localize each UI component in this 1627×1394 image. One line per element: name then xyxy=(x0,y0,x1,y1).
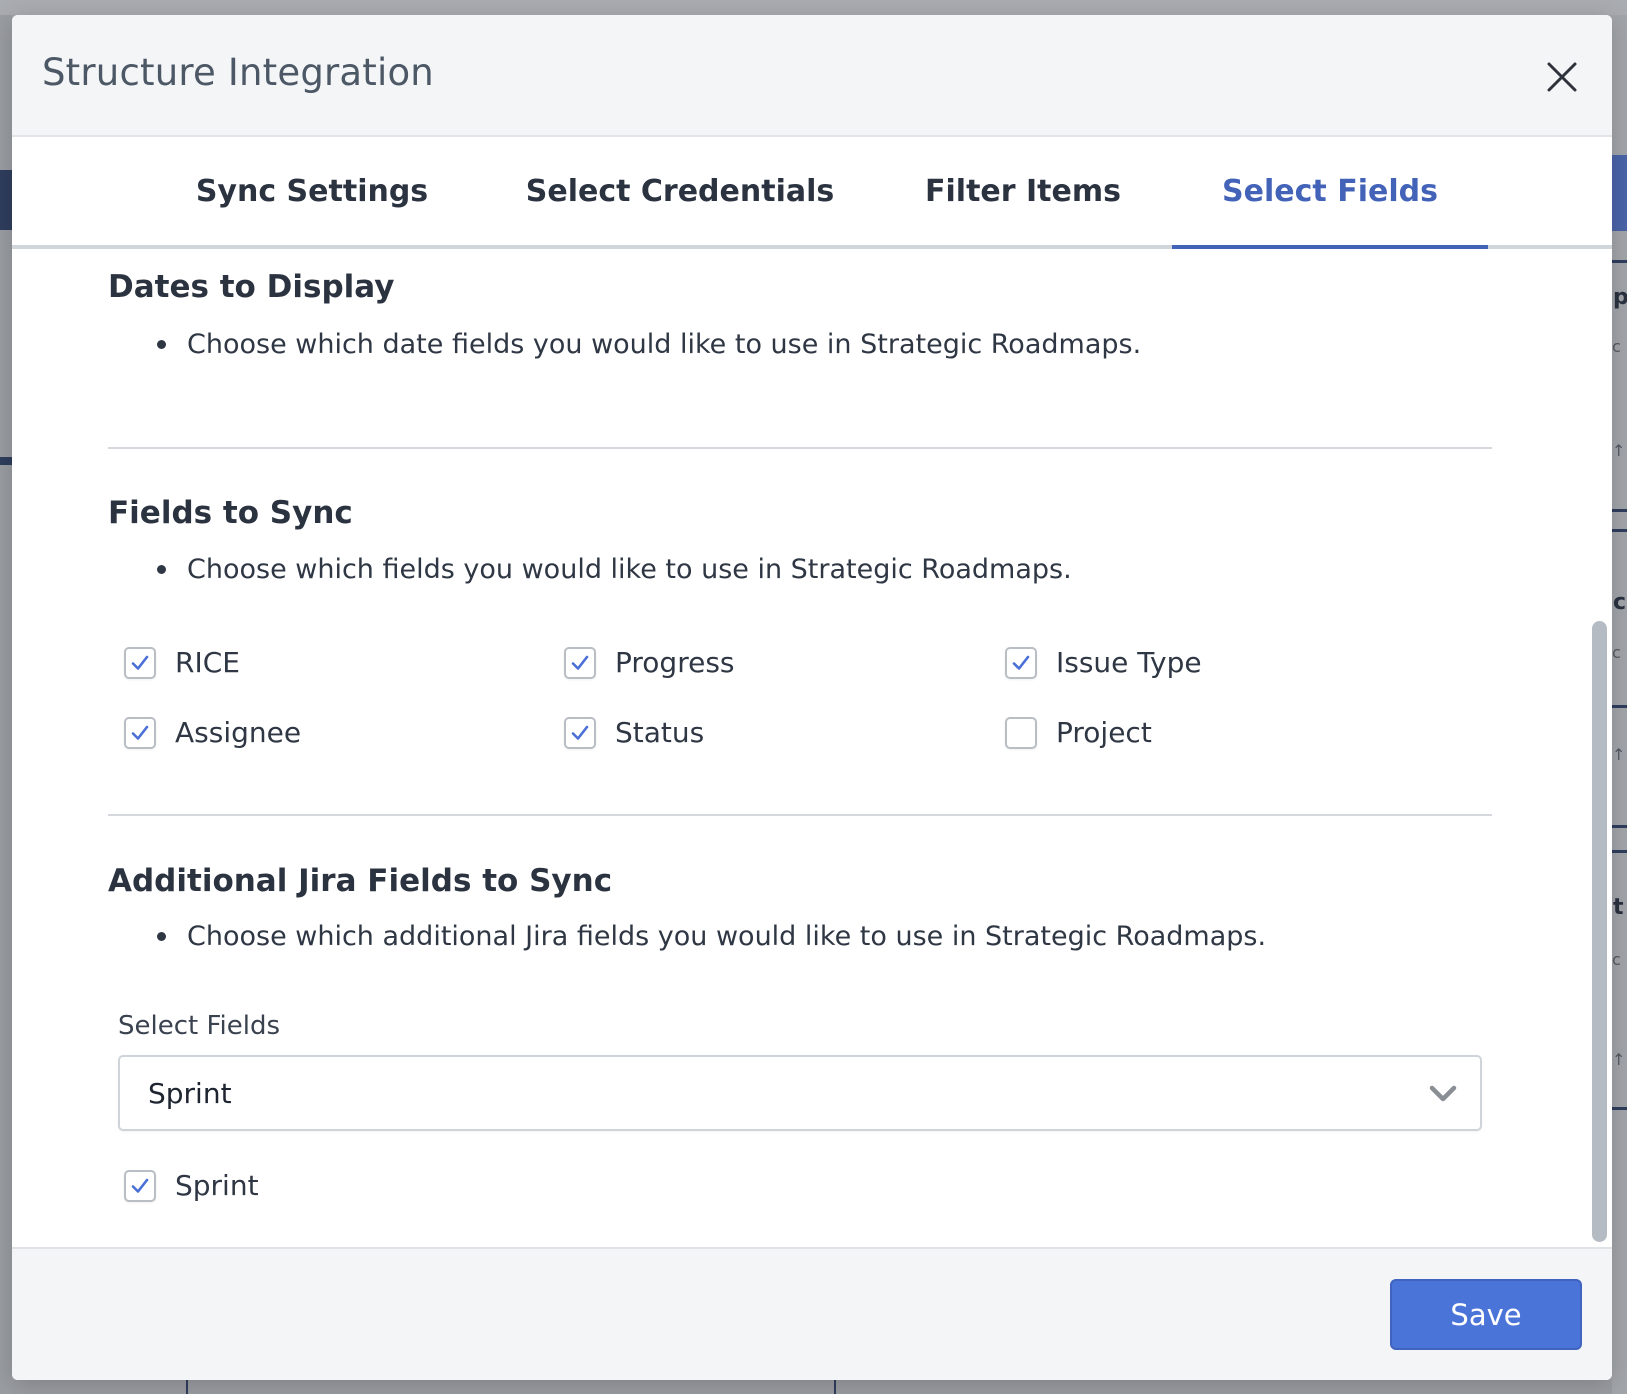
fields-section-description: Choose which fields you would like to us… xyxy=(157,554,1072,585)
dates-section-description: Choose which date fields you would like … xyxy=(157,329,1141,360)
checkbox-box[interactable] xyxy=(1005,646,1037,679)
select-fields-label: Select Fields xyxy=(118,1011,281,1041)
checkbox-box[interactable] xyxy=(564,646,596,679)
tab-bar: Sync Settings Select Credentials Filter … xyxy=(12,137,1612,249)
checkbox-rice[interactable]: RICE xyxy=(124,646,240,679)
section-divider xyxy=(108,814,1492,816)
bullet-text: Choose which date fields you would like … xyxy=(187,329,1142,360)
content-scrollbar[interactable] xyxy=(1592,621,1607,1242)
select-fields-dropdown[interactable]: Sprint xyxy=(118,1055,1482,1131)
background-app-right-edge: p c ↑ c c ↑ t c ↑ xyxy=(1612,15,1627,1394)
modal-title: Structure Integration xyxy=(42,51,434,94)
checkmark-icon xyxy=(571,725,589,740)
checkbox-box[interactable] xyxy=(564,716,596,749)
checkbox-label: Project xyxy=(1056,716,1152,749)
checkbox-box[interactable] xyxy=(1005,716,1037,749)
tab-label: Select Credentials xyxy=(525,173,835,209)
dates-section-title: Dates to Display xyxy=(108,269,395,305)
checkbox-status[interactable]: Status xyxy=(564,716,704,749)
select-fields-value: Sprint xyxy=(148,1077,232,1110)
section-divider xyxy=(108,447,1492,449)
checkbox-label: Issue Type xyxy=(1056,646,1202,679)
checkmark-icon xyxy=(571,655,589,670)
checkbox-issue-type[interactable]: Issue Type xyxy=(1005,646,1202,679)
modal-content-scroll-area: Dates to Display Choose which date field… xyxy=(12,249,1612,1247)
checkmark-icon xyxy=(1012,655,1030,670)
checkmark-icon xyxy=(131,725,149,740)
checkbox-assignee[interactable]: Assignee xyxy=(124,716,301,749)
checkbox-label: Status xyxy=(615,716,705,749)
save-button[interactable]: Save xyxy=(1390,1279,1582,1350)
modal-footer: Save xyxy=(12,1247,1612,1380)
bullet-dot xyxy=(157,340,166,349)
tab-label: Sync Settings xyxy=(195,173,429,209)
checkbox-progress[interactable]: Progress xyxy=(564,646,735,679)
checkmark-icon xyxy=(131,655,149,670)
checkmark-icon xyxy=(131,1178,149,1193)
bullet-dot xyxy=(157,565,166,574)
tab-select-credentials[interactable]: Select Credentials xyxy=(504,137,856,245)
checkbox-project[interactable]: Project xyxy=(1005,716,1152,749)
checkbox-box[interactable] xyxy=(124,716,156,749)
chevron-down-icon xyxy=(1429,1085,1457,1102)
background-app-bottom-edge xyxy=(12,1380,1612,1394)
checkbox-label: Sprint xyxy=(175,1169,259,1202)
bullet-dot xyxy=(157,932,166,941)
tab-label: Select Fields xyxy=(1222,173,1438,209)
checkbox-sprint[interactable]: Sprint xyxy=(124,1169,259,1202)
checkbox-box[interactable] xyxy=(124,1169,156,1202)
checkbox-label: Progress xyxy=(615,646,735,679)
background-app-left-edge xyxy=(0,15,12,1394)
fields-section-title: Fields to Sync xyxy=(108,495,353,531)
close-icon xyxy=(1547,62,1577,92)
checkbox-label: Assignee xyxy=(175,716,302,749)
tab-select-fields[interactable]: Select Fields xyxy=(1172,137,1488,249)
structure-integration-modal: Structure Integration Sync Settings Sele… xyxy=(12,15,1612,1380)
close-button[interactable] xyxy=(1542,57,1582,97)
modal-header: Structure Integration xyxy=(12,15,1612,137)
background-app-topbar xyxy=(0,0,1627,15)
checkbox-box[interactable] xyxy=(124,646,156,679)
bullet-text: Choose which additional Jira fields you … xyxy=(187,921,1267,952)
tab-label: Filter Items xyxy=(925,173,1121,209)
additional-section-description: Choose which additional Jira fields you … xyxy=(157,921,1266,952)
tab-filter-items[interactable]: Filter Items xyxy=(900,137,1146,245)
checkbox-label: RICE xyxy=(175,646,240,679)
bullet-text: Choose which fields you would like to us… xyxy=(187,554,1072,585)
additional-section-title: Additional Jira Fields to Sync xyxy=(108,863,613,899)
tab-sync-settings[interactable]: Sync Settings xyxy=(160,137,464,245)
